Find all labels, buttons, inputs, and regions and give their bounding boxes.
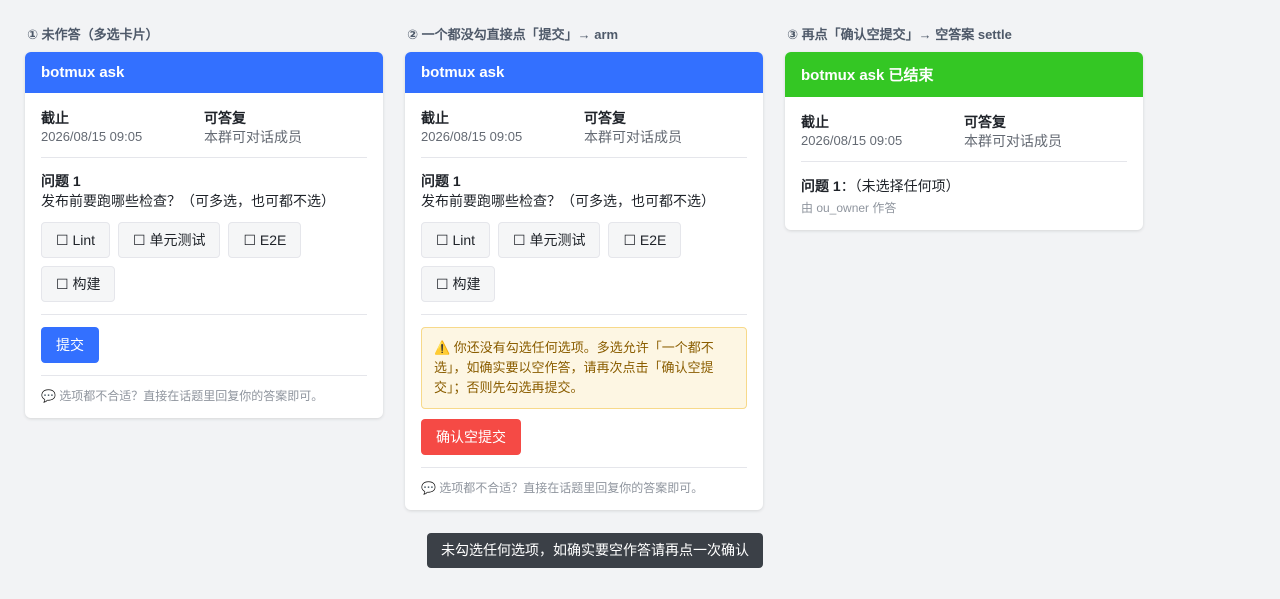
ask-card: botmux ask 截止 2026/08/15 09:05 可答复 本群可对话… bbox=[25, 52, 383, 418]
toast-message: 未勾选任何选项，如确实要空作答请再点一次确认 bbox=[427, 533, 763, 568]
question-title: 问题 1 bbox=[421, 173, 461, 189]
card-meta: 截止 2026/08/15 09:05 可答复 本群可对话成员 bbox=[421, 109, 747, 158]
option-e2e[interactable]: ☐ E2E bbox=[228, 222, 302, 258]
card-header: botmux ask bbox=[405, 52, 763, 93]
panel-armed: ② 一个都没勾直接点「提交」→ arm botmux ask 截止 2026/0… bbox=[405, 26, 763, 510]
reply-label: 可答复 bbox=[584, 110, 626, 126]
question-title: 问题 1 bbox=[41, 173, 81, 189]
card-body: 截止 2026/08/15 09:05 可答复 本群可对话成员 问题 1：（未选… bbox=[785, 97, 1143, 230]
option-lint[interactable]: ☐ Lint bbox=[421, 222, 491, 258]
option-build[interactable]: ☐ 构建 bbox=[41, 266, 116, 302]
question: 问题 1 发布前要跑哪些检查？（可多选，也可都不选） bbox=[421, 158, 747, 211]
reply-label: 可答复 bbox=[964, 114, 1006, 130]
deadline-label: 截止 bbox=[801, 114, 829, 130]
reply-scope: 可答复 本群可对话成员 bbox=[584, 109, 747, 146]
reply-scope: 可答复 本群可对话成员 bbox=[964, 113, 1127, 150]
option-unit-test[interactable]: ☐ 单元测试 bbox=[498, 222, 601, 258]
step-title: ② 一个都没勾直接点「提交」→ arm bbox=[407, 27, 619, 42]
footer-note: 💬 选项都不合适？直接在话题里回复你的答案即可。 bbox=[41, 389, 324, 403]
question-text: 发布前要跑哪些检查？（可多选，也可都不选） bbox=[421, 193, 715, 209]
answer: 问题 1：（未选择任何项） 由 ou_owner 作答 bbox=[801, 162, 1127, 216]
step-title: ① 未作答（多选卡片） bbox=[27, 27, 159, 42]
deadline-value: 2026/08/15 09:05 bbox=[421, 129, 523, 144]
option-lint[interactable]: ☐ Lint bbox=[41, 222, 111, 258]
answer-title: 问题 1 bbox=[801, 178, 841, 194]
panel-unanswered: ① 未作答（多选卡片） botmux ask 截止 2026/08/15 09:… bbox=[25, 26, 383, 418]
action-area: 提交 bbox=[41, 315, 367, 376]
question: 问题 1 发布前要跑哪些检查？（可多选，也可都不选） bbox=[41, 158, 367, 211]
footer-note: 💬 选项都不合适？直接在话题里回复你的答案即可。 bbox=[421, 481, 704, 495]
option-build[interactable]: ☐ 构建 bbox=[421, 266, 496, 302]
options: ☐ Lint ☐ 单元测试 ☐ E2E ☐ 构建 bbox=[421, 222, 747, 315]
deadline: 截止 2026/08/15 09:05 bbox=[41, 109, 204, 146]
empty-selection-warning: ⚠️ 你还没有勾选任何选项。多选允许「一个都不选」，如确实要以空作答，请再次点击… bbox=[421, 327, 747, 409]
ask-card-closed: botmux ask 已结束 截止 2026/08/15 09:05 可答复 本… bbox=[785, 52, 1143, 230]
deadline-label: 截止 bbox=[41, 110, 69, 126]
card-header: botmux ask 已结束 bbox=[785, 52, 1143, 97]
submit-button[interactable]: 提交 bbox=[41, 327, 99, 363]
step-title: ③ 再点「确认空提交」→ 空答案 settle bbox=[787, 27, 1012, 42]
action-area: ⚠️ 你还没有勾选任何选项。多选允许「一个都不选」，如确实要以空作答，请再次点击… bbox=[421, 315, 747, 468]
reply-value: 本群可对话成员 bbox=[584, 129, 682, 145]
question-text: 发布前要跑哪些检查？（可多选，也可都不选） bbox=[41, 193, 335, 209]
reply-value: 本群可对话成员 bbox=[204, 129, 302, 145]
card-header: botmux ask bbox=[25, 52, 383, 93]
deadline-value: 2026/08/15 09:05 bbox=[41, 129, 143, 144]
options: ☐ Lint ☐ 单元测试 ☐ E2E ☐ 构建 bbox=[41, 222, 367, 315]
ask-card: botmux ask 截止 2026/08/15 09:05 可答复 本群可对话… bbox=[405, 52, 763, 510]
answered-by: 由 ou_owner 作答 bbox=[801, 201, 897, 215]
deadline-value: 2026/08/15 09:05 bbox=[801, 133, 903, 148]
answer-line: 问题 1：（未选择任何项） bbox=[801, 176, 1127, 196]
option-unit-test[interactable]: ☐ 单元测试 bbox=[118, 222, 221, 258]
confirm-empty-submit-button[interactable]: 确认空提交 bbox=[421, 419, 521, 455]
reply-label: 可答复 bbox=[204, 110, 246, 126]
reply-value: 本群可对话成员 bbox=[964, 133, 1062, 149]
card-body: 截止 2026/08/15 09:05 可答复 本群可对话成员 问题 1 发布前… bbox=[25, 93, 383, 418]
answer-text: ：（未选择任何项） bbox=[840, 178, 960, 194]
card-body: 截止 2026/08/15 09:05 可答复 本群可对话成员 问题 1 发布前… bbox=[405, 93, 763, 510]
card-meta: 截止 2026/08/15 09:05 可答复 本群可对话成员 bbox=[801, 113, 1127, 162]
deadline: 截止 2026/08/15 09:05 bbox=[801, 113, 964, 150]
option-e2e[interactable]: ☐ E2E bbox=[608, 222, 682, 258]
deadline-label: 截止 bbox=[421, 110, 449, 126]
reply-scope: 可答复 本群可对话成员 bbox=[204, 109, 367, 146]
panel-settled: ③ 再点「确认空提交」→ 空答案 settle botmux ask 已结束 截… bbox=[785, 26, 1143, 230]
deadline: 截止 2026/08/15 09:05 bbox=[421, 109, 584, 146]
card-meta: 截止 2026/08/15 09:05 可答复 本群可对话成员 bbox=[41, 109, 367, 158]
